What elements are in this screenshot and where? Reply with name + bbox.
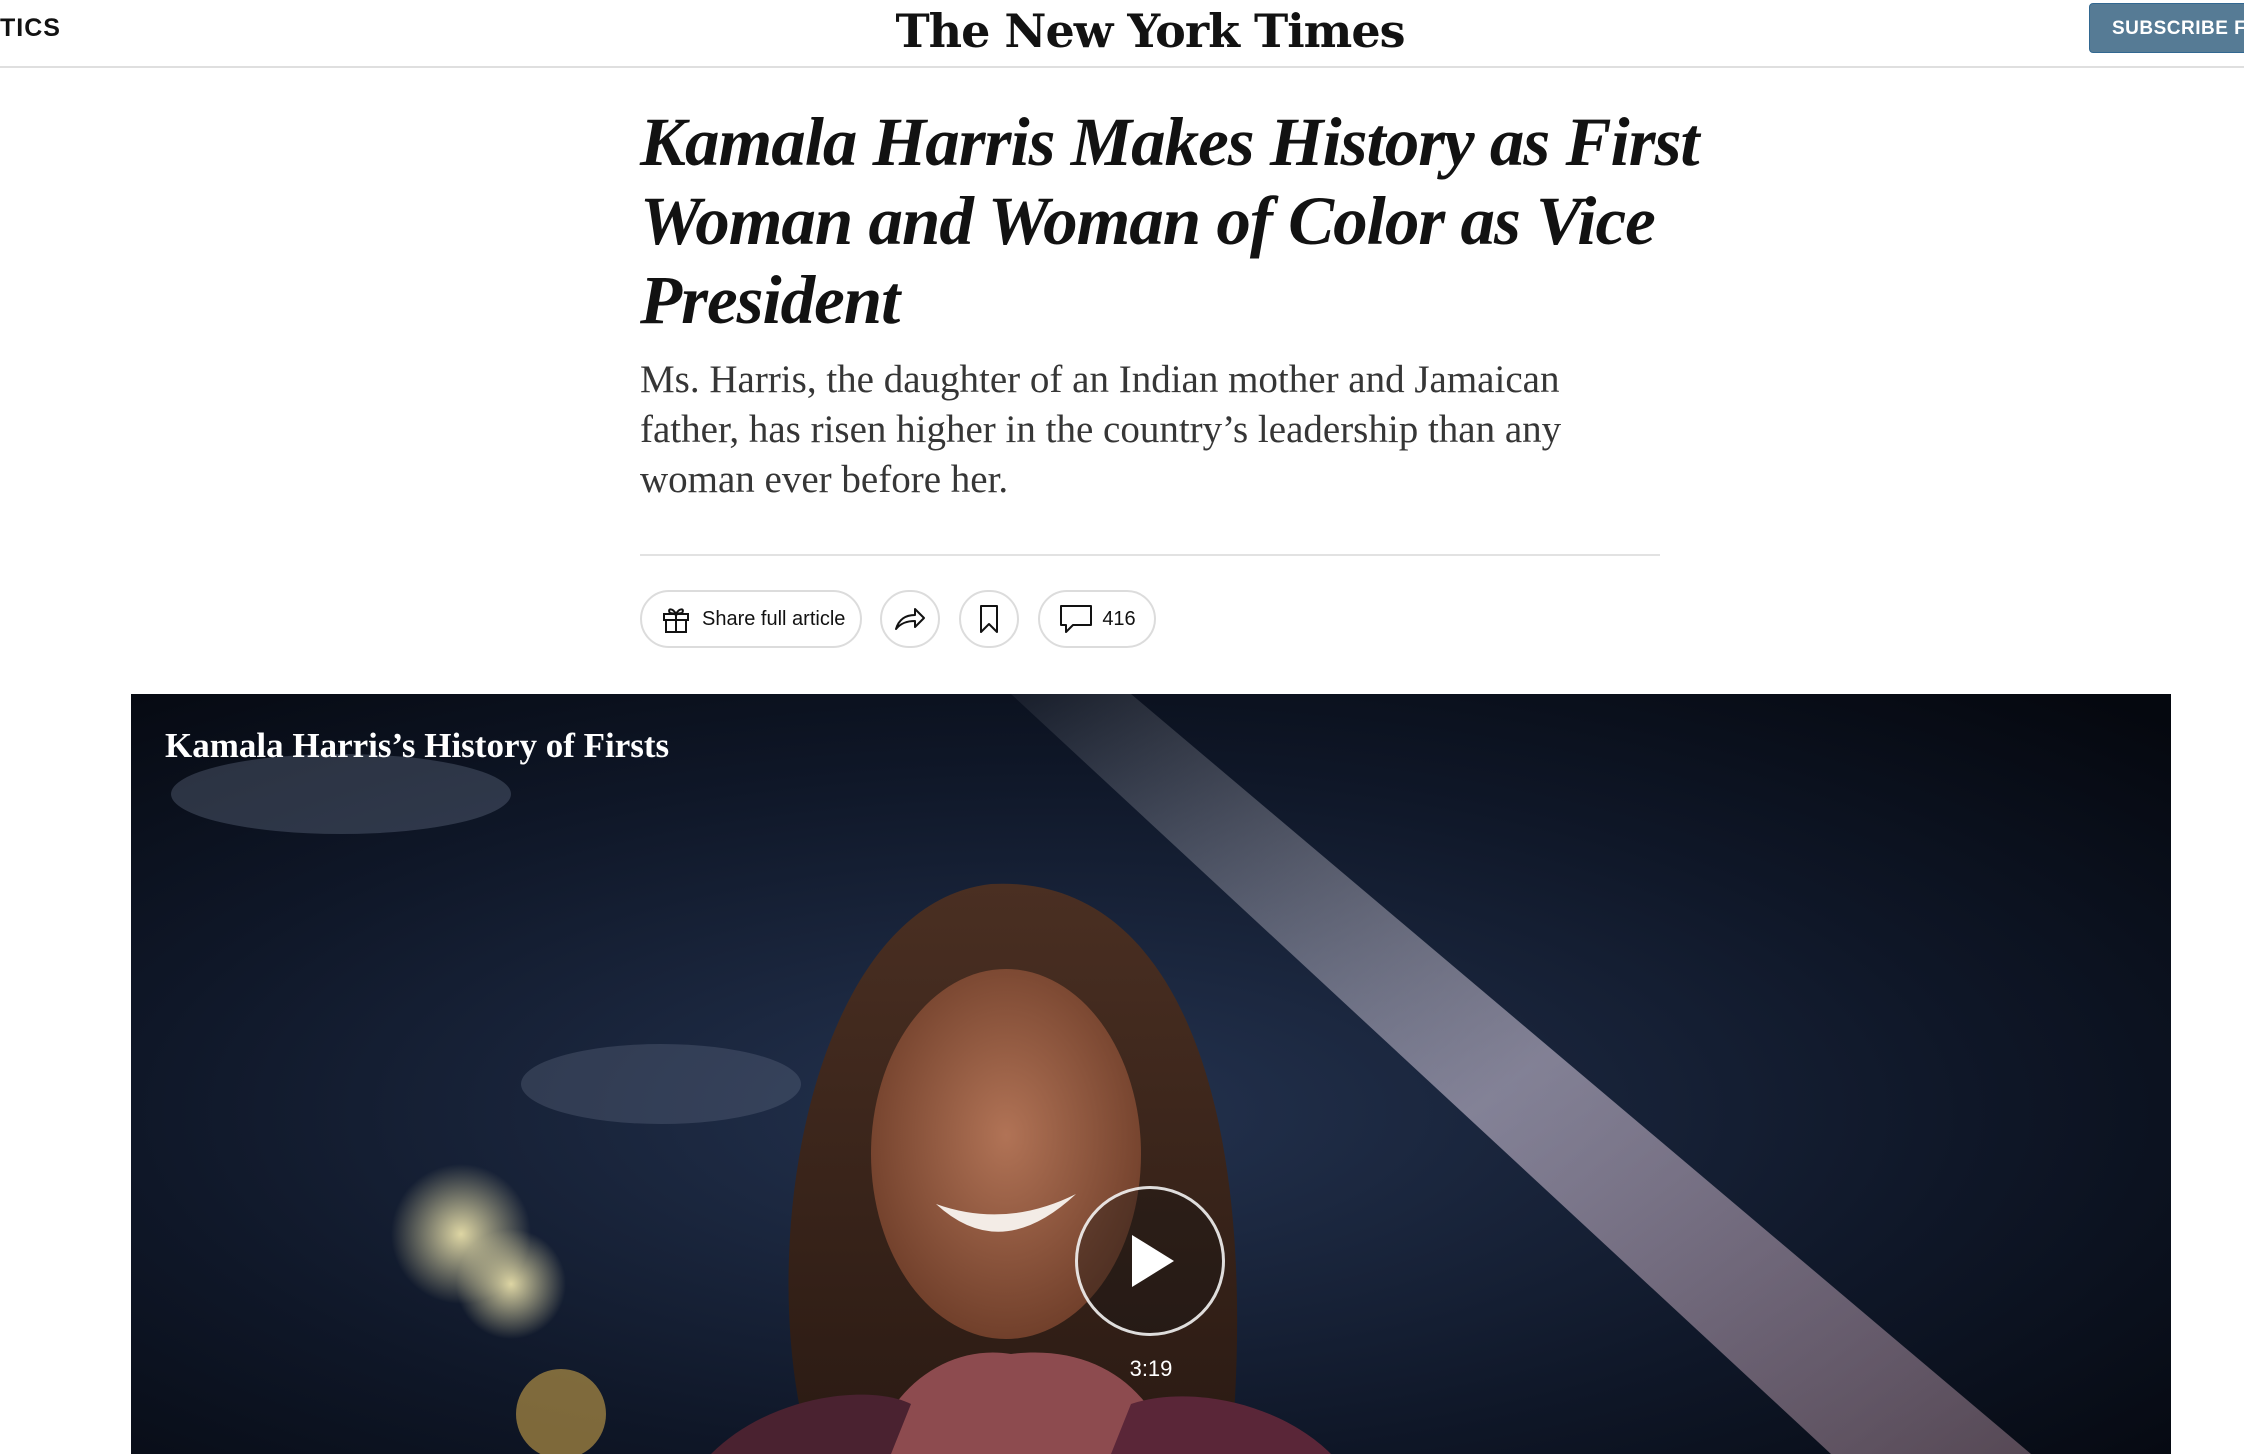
share-full-article-button[interactable]: Share full article [640, 590, 862, 648]
video-title: Kamala Harris’s History of Firsts [165, 726, 670, 765]
video-duration: 3:19 [1129, 1356, 1173, 1381]
article-summary: Ms. Harris, the daughter of an Indian mo… [640, 358, 1562, 501]
play-icon [1120, 1229, 1180, 1293]
comments-count: 416 [1102, 607, 1136, 630]
section-label[interactable]: TICS [0, 14, 61, 43]
top-bar: TICS The New York Times SUBSCRIBE FO [0, 0, 2244, 68]
nyt-logo[interactable]: The New York Times [850, 4, 1450, 58]
video-player[interactable]: Kamala Harris’s History of Firsts 3:19 [131, 694, 2171, 1454]
subscribe-button[interactable]: SUBSCRIBE FO [2089, 3, 2244, 53]
comments-button[interactable]: 416 [1038, 590, 1156, 648]
save-button[interactable] [959, 590, 1019, 648]
share-full-article-label: Share full article [702, 607, 846, 630]
share-button[interactable] [880, 590, 940, 648]
comment-icon [1058, 603, 1094, 635]
gift-icon [660, 603, 692, 635]
play-button[interactable] [1075, 1186, 1225, 1336]
bookmark-icon [977, 603, 1001, 635]
share-icon [893, 605, 927, 633]
video-thumbnail [131, 694, 2171, 1454]
article-headline: Kamala Harris Makes History as First Wom… [640, 104, 1700, 338]
divider [640, 554, 1660, 556]
